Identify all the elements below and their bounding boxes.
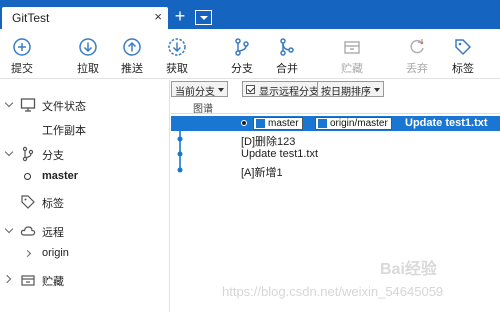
sidebar-item-label: origin <box>42 247 69 259</box>
chevron-down-icon[interactable] <box>4 98 14 108</box>
commit-label: 提交 <box>11 63 33 75</box>
sidebar-item-working-copy[interactable]: 工作副本 <box>0 119 170 139</box>
ref-label-local[interactable]: master <box>253 117 303 130</box>
branch-button[interactable]: 分支 <box>222 29 262 79</box>
head-indicator-icon <box>241 120 247 126</box>
discard-label: 丢弃 <box>406 63 428 75</box>
sidebar-section-file-status[interactable]: 文件状态 <box>0 95 170 115</box>
cloud-icon <box>20 226 36 236</box>
sidebar-section-tags[interactable]: 标签 <box>0 192 170 212</box>
graph-column-header[interactable]: 图谱 <box>193 100 213 115</box>
upload-circle-icon <box>123 38 141 56</box>
show-remote-branches-checkbox[interactable]: 显示远程分支 <box>242 81 323 98</box>
tab-bar: GitTest × + <box>0 0 500 29</box>
new-tab-button[interactable]: + <box>172 7 188 26</box>
history-column-header: 图谱 <box>171 99 500 115</box>
branch-icon <box>318 119 327 128</box>
close-icon[interactable]: × <box>154 10 162 24</box>
repo-tab-title: GitTest <box>12 11 50 25</box>
pull-button[interactable]: 拉取 <box>68 29 108 79</box>
show-remote-label: 显示远程分支 <box>259 87 319 98</box>
sidebar-section-label: 分支 <box>42 150 64 162</box>
monitor-icon <box>20 98 36 112</box>
tag-button[interactable]: 标签 <box>443 29 483 79</box>
filter-bar: 当前分支 显示远程分支 按日期排序 <box>171 80 500 99</box>
sidebar-item-origin[interactable]: origin <box>0 244 170 264</box>
branch-icon <box>235 38 249 56</box>
chevron-down-icon[interactable] <box>4 147 14 157</box>
stash-icon <box>21 275 35 286</box>
merge-button[interactable]: 合并 <box>267 29 307 79</box>
pull-label: 拉取 <box>77 63 99 75</box>
repo-tab[interactable]: GitTest × <box>2 7 168 29</box>
branch-filter-select[interactable]: 当前分支 <box>171 81 228 98</box>
ref-label-remote[interactable]: origin/master <box>315 117 392 130</box>
watermark-logo: Bai经验 <box>380 261 437 278</box>
merge-icon <box>280 38 294 56</box>
sidebar-item-master[interactable]: master <box>0 167 170 187</box>
watermark-text: https://blog.csdn.net/weixin_54645059 <box>222 284 444 299</box>
commit-message: Update test1.txt <box>405 117 488 129</box>
ref-label-text: master <box>268 118 299 129</box>
sidebar-section-stashes[interactable]: 贮藏 <box>0 270 170 290</box>
fetch-label: 获取 <box>166 63 188 75</box>
toolbar: 提交 拉取 推送 获取 分支 合并 贮藏 丢弃 标签 <box>0 29 500 79</box>
sort-order-select[interactable]: 按日期排序 <box>317 81 384 98</box>
sidebar-section-label: 远程 <box>42 227 64 239</box>
chevron-right-icon[interactable] <box>23 249 32 258</box>
branch-label: 分支 <box>231 63 253 75</box>
tab-menu-button[interactable] <box>195 10 212 25</box>
stash-icon <box>344 41 360 54</box>
chevron-right-icon[interactable] <box>2 274 12 284</box>
tag-icon <box>455 39 472 56</box>
sidebar-section-label: 标签 <box>42 198 64 210</box>
chevron-down-icon[interactable] <box>4 224 14 234</box>
sidebar: 文件状态 工作副本 分支 master 标签 远程 origin 贮藏 <box>0 80 170 312</box>
discard-button[interactable]: 丢弃 <box>397 29 437 79</box>
commit-row[interactable]: [A]新增1 <box>171 163 500 179</box>
fetch-circle-icon <box>168 38 186 56</box>
tag-icon <box>21 195 35 209</box>
push-label: 推送 <box>121 63 143 75</box>
branch-icon <box>22 146 34 162</box>
sidebar-section-label: 贮藏 <box>42 276 64 288</box>
checkbox-checked-icon <box>246 85 255 94</box>
sidebar-section-remotes[interactable]: 远程 <box>0 221 170 241</box>
stash-label: 贮藏 <box>341 63 363 75</box>
sidebar-section-branches[interactable]: 分支 <box>0 144 170 164</box>
fetch-button[interactable]: 获取 <box>157 29 197 79</box>
commit-row[interactable]: [D]删除123 <box>171 132 500 148</box>
sidebar-item-label: master <box>42 170 79 182</box>
commit-message: [A]新增1 <box>241 167 283 179</box>
commit-button[interactable]: 提交 <box>2 29 42 79</box>
stash-button[interactable]: 贮藏 <box>332 29 372 79</box>
merge-label: 合并 <box>276 63 298 75</box>
tag-label: 标签 <box>452 63 474 75</box>
discard-icon <box>410 39 424 54</box>
download-circle-icon <box>79 38 97 56</box>
commit-row[interactable]: master origin/master Update test1.txt <box>171 116 500 131</box>
commit-row[interactable]: Update test1.txt <box>171 147 500 162</box>
sidebar-section-label: 文件状态 <box>42 101 86 113</box>
branch-icon <box>256 119 265 128</box>
current-branch-icon <box>24 173 31 180</box>
plus-circle-icon <box>13 38 31 56</box>
sidebar-item-label: 工作副本 <box>42 125 86 137</box>
ref-label-text: origin/master <box>330 118 388 129</box>
push-button[interactable]: 推送 <box>112 29 152 79</box>
commit-message: Update test1.txt <box>241 148 319 160</box>
